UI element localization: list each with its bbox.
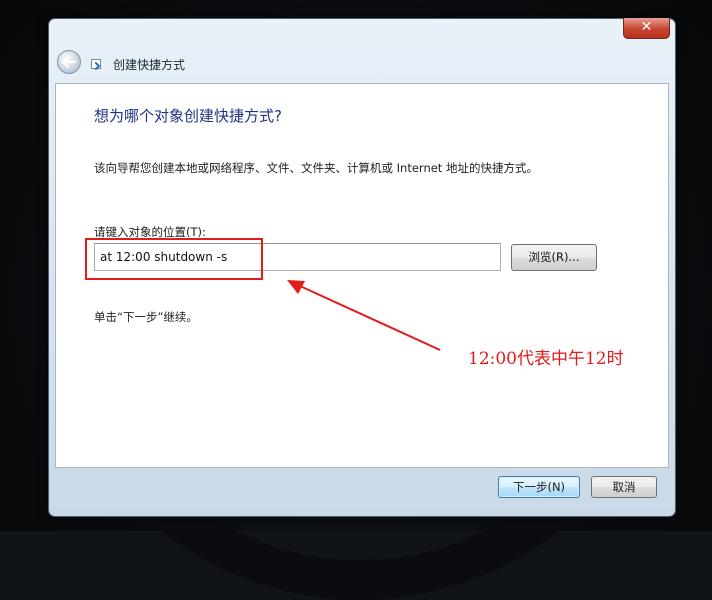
- annotation-arrow: [287, 280, 441, 351]
- annotation-text: 12:00代表中午12时: [468, 349, 624, 369]
